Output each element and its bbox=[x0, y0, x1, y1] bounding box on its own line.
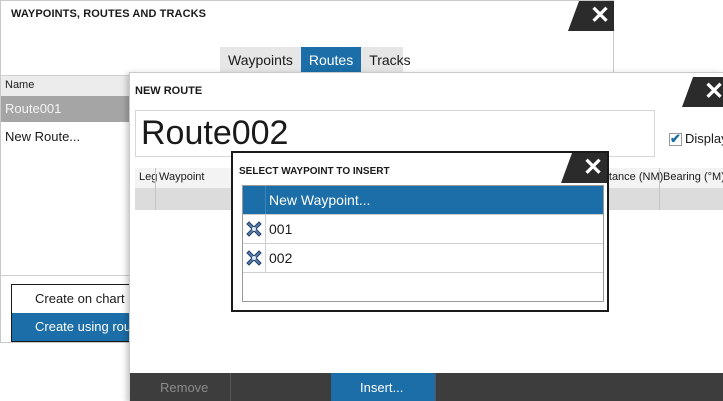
icon-cell bbox=[243, 186, 266, 214]
close-icon: ✕ bbox=[582, 154, 604, 181]
icon-cell bbox=[243, 244, 266, 272]
column-separator bbox=[155, 188, 156, 210]
list-item-label: Route001 bbox=[5, 101, 62, 116]
tab-waypoints[interactable]: Waypoints bbox=[220, 47, 301, 73]
waypoint-marker-icon bbox=[246, 250, 262, 266]
column-separator bbox=[155, 168, 156, 188]
display-checkbox[interactable]: ✔ bbox=[669, 131, 682, 146]
column-header-waypoint: Waypoint bbox=[159, 171, 205, 183]
close-button[interactable]: ✕ bbox=[561, 153, 607, 183]
column-separator bbox=[659, 188, 660, 210]
list-item-new-route[interactable]: New Route... bbox=[5, 129, 80, 144]
button-label: Remove bbox=[160, 380, 209, 395]
list-item-label: New Waypoint... bbox=[269, 192, 371, 208]
list-item-label: 002 bbox=[269, 250, 293, 266]
list-item-waypoint-002[interactable]: 002 bbox=[243, 244, 603, 273]
window-title: NEW ROUTE bbox=[135, 85, 203, 97]
insert-button[interactable]: Insert... bbox=[331, 373, 435, 401]
waypoint-list: New Waypoint... 001 002 bbox=[242, 185, 604, 302]
column-separator bbox=[659, 168, 660, 188]
list-item-route001[interactable]: Route001 bbox=[1, 96, 129, 122]
route-name-field[interactable]: Route002 bbox=[135, 110, 655, 157]
display-label: Display bbox=[685, 131, 723, 146]
close-button[interactable]: ✕ bbox=[568, 1, 614, 31]
route-name-value: Route002 bbox=[141, 114, 289, 152]
checkmark-icon: ✔ bbox=[670, 131, 681, 146]
close-icon: ✕ bbox=[589, 2, 611, 29]
tab-tracks[interactable]: Tracks bbox=[361, 47, 418, 73]
bottom-button-bar: Remove Insert... bbox=[130, 373, 723, 401]
column-header-bearing: Bearing (°M) bbox=[663, 171, 723, 183]
close-icon: ✕ bbox=[703, 78, 723, 105]
route-context-menu: Create on chart Create using rou bbox=[11, 284, 139, 342]
tab-bar: Waypoints Routes Tracks bbox=[220, 47, 411, 73]
select-waypoint-dialog: SELECT WAYPOINT TO INSERT ✕ New Waypoint… bbox=[231, 151, 609, 312]
dialog-title: SELECT WAYPOINT TO INSERT bbox=[239, 166, 390, 177]
list-item-label: 001 bbox=[269, 221, 293, 237]
button-label: Insert... bbox=[360, 380, 404, 395]
waypoint-marker-icon bbox=[246, 221, 262, 237]
menu-item-create-on-chart[interactable]: Create on chart bbox=[12, 285, 138, 312]
divider bbox=[435, 373, 436, 401]
icon-cell bbox=[243, 215, 266, 243]
tab-routes[interactable]: Routes bbox=[300, 47, 362, 73]
close-button[interactable]: ✕ bbox=[682, 77, 723, 107]
menu-item-label: Create using rou bbox=[35, 319, 132, 334]
divider bbox=[1, 275, 129, 276]
list-item-new-waypoint[interactable]: New Waypoint... bbox=[243, 186, 603, 215]
menu-item-label: Create on chart bbox=[35, 291, 125, 306]
list-item-waypoint-001[interactable]: 001 bbox=[243, 215, 603, 244]
remove-button[interactable]: Remove bbox=[130, 373, 231, 401]
window-title: WAYPOINTS, ROUTES AND TRACKS bbox=[11, 8, 207, 20]
column-header-name: Name bbox=[5, 79, 35, 91]
menu-item-create-using-routes[interactable]: Create using rou bbox=[12, 313, 138, 341]
